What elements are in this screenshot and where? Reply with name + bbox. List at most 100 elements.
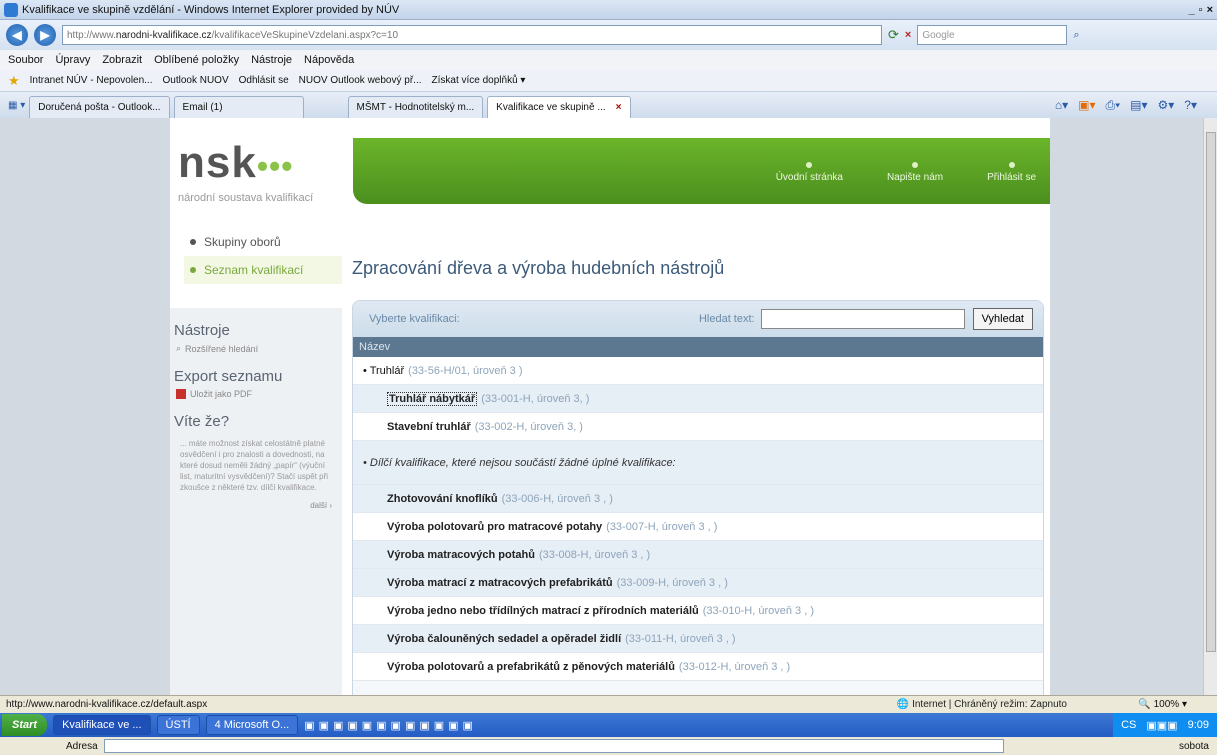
qualification-code: (33-56-H/01, úroveň 3 ): [408, 364, 523, 377]
qualification-name[interactable]: Výroba polotovarů pro matracové potahy: [387, 521, 602, 533]
forward-button[interactable]: ▶: [34, 24, 56, 46]
window-controls: _ ▫ ×: [1189, 4, 1217, 16]
search-input[interactable]: Google: [917, 25, 1068, 45]
taskbar-folder[interactable]: ÚSTÍ: [156, 715, 200, 735]
stop-icon[interactable]: ×: [905, 29, 911, 41]
qualification-row[interactable]: • Dílčí kvalifikace, které nejsou součás…: [353, 441, 1043, 485]
nav-login[interactable]: Přihlásit se: [987, 162, 1036, 183]
tab-email[interactable]: Email (1): [173, 96, 304, 118]
search-button[interactable]: Vyhledat: [972, 308, 1033, 330]
qualification-name[interactable]: Výroba jedno nebo třídílných matrací z p…: [387, 605, 699, 617]
qualification-row[interactable]: Zhotovování knoflíků (33-006-H, úroveň 3 …: [353, 485, 1043, 513]
address-field[interactable]: [103, 739, 1004, 753]
qualification-name[interactable]: • Truhlář: [363, 365, 404, 377]
start-button[interactable]: Start: [2, 714, 48, 736]
qualification-code: (33-002-H, úroveň 3, ): [474, 420, 583, 433]
tab-msmt[interactable]: MŠMT - Hodnotitelský m...: [347, 96, 484, 118]
advanced-search-link[interactable]: ⌕ Rozšířené hledání: [176, 343, 342, 354]
vertical-scrollbar[interactable]: [1203, 118, 1217, 695]
qualification-name[interactable]: Truhlář nábytkář: [387, 391, 478, 406]
search-text-input[interactable]: [760, 309, 965, 329]
nav-home[interactable]: Úvodní stránka: [776, 162, 843, 183]
refresh-icon[interactable]: ⟳: [888, 27, 899, 43]
language-indicator[interactable]: CS: [1121, 719, 1136, 731]
favorite-link[interactable]: Outlook NUOV: [163, 75, 229, 86]
status-url: http://www.narodni-kvalifikace.cz/defaul…: [6, 699, 208, 710]
tools-icon[interactable]: ⚙▾: [1158, 98, 1175, 113]
page-icon[interactable]: ▤▾: [1130, 98, 1147, 113]
favorites-bar: ★ Intranet NÚV - Nepovolen... Outlook NU…: [0, 70, 1217, 92]
menu-soubor[interactable]: Soubor: [8, 54, 43, 66]
qualification-row[interactable]: • Truhlář (33-56-H/01, úroveň 3 ): [353, 357, 1043, 385]
qualification-name[interactable]: Výroba čalouněných sedadel a opěradel ži…: [387, 633, 621, 645]
export-pdf-link[interactable]: Uložit jako PDF: [176, 389, 342, 399]
address-toolbar: ◀ ▶ http://www. narodni-kvalifikace.cz/kv…: [0, 20, 1217, 50]
quicklaunch-icons[interactable]: ▣▣▣▣▣▣▣▣▣▣▣▣: [304, 719, 477, 732]
menu-zobrazit[interactable]: Zobrazit: [102, 54, 142, 66]
sidenav-seznam-kvalifikaci[interactable]: Seznam kvalifikací: [184, 256, 342, 284]
close-tab-icon[interactable]: ×: [616, 102, 622, 113]
search-icon: ⌕: [176, 343, 182, 353]
qualification-name[interactable]: Výroba matrací z matracových prefabrikát…: [387, 577, 613, 589]
qualification-row[interactable]: Výroba polotovarů pro matracové potahy (3…: [353, 513, 1043, 541]
qualification-row[interactable]: Výroba polotovarů a prefabrikátů z pěnov…: [353, 653, 1043, 681]
qualification-row[interactable]: Stavební truhlář (33-002-H, úroveň 3, ): [353, 413, 1043, 441]
url-input[interactable]: http://www. narodni-kvalifikace.cz/kvalif…: [62, 25, 882, 45]
browser-viewport: nsk••• národní soustava kvalifikací Úvod…: [0, 118, 1203, 695]
favorite-link[interactable]: NUOV Outlook webový př...: [299, 75, 422, 86]
qualification-name[interactable]: • Dílčí kvalifikace, které nejsou součás…: [363, 457, 676, 469]
qualification-row[interactable]: Výroba matracových potahů (33-008-H, úrov…: [353, 541, 1043, 569]
address-label: Adresa: [66, 740, 98, 752]
sidenav-skupiny-oboru[interactable]: Skupiny oborů: [184, 228, 342, 256]
qualification-row[interactable]: Truhlář nábytkář (33-001-H, úroveň 3, ): [353, 385, 1043, 413]
quick-tabs-icon[interactable]: ▦ ▾: [8, 100, 25, 111]
help-icon[interactable]: ?▾: [1184, 98, 1197, 113]
top-navigation: Úvodní stránka Napište nám Přihlásit se: [353, 138, 1050, 204]
tray-icons[interactable]: ▣▣▣: [1146, 719, 1177, 732]
ie-icon: [4, 2, 18, 17]
menu-napoveda[interactable]: Nápověda: [304, 54, 354, 66]
nav-contact[interactable]: Napište nám: [887, 162, 943, 183]
close-button[interactable]: ×: [1207, 4, 1213, 16]
menu-upravy[interactable]: Úpravy: [55, 54, 90, 66]
sidebar-tools: Nástroje ⌕ Rozšířené hledání Export sezna…: [170, 308, 342, 695]
tab-outlook[interactable]: Doručená pošta - Outlook...: [29, 96, 170, 118]
favorite-link[interactable]: Intranet NÚV - Nepovolen...: [30, 75, 153, 86]
taskbar-ie[interactable]: Kvalifikace ve ...: [53, 715, 151, 735]
window-titlebar: Kvalifikace ve skupině vzdělání - Window…: [0, 0, 1217, 20]
more-link[interactable]: další ›: [170, 501, 332, 510]
search-icon[interactable]: ⌕: [1073, 29, 1079, 42]
favorite-link[interactable]: Odhlásit se: [239, 75, 289, 86]
qualification-row[interactable]: Výroba jedno nebo třídílných matrací z p…: [353, 597, 1043, 625]
feeds-icon[interactable]: ▣▾: [1078, 98, 1095, 113]
back-button[interactable]: ◀: [6, 24, 28, 46]
qualification-code: (33-007-H, úroveň 3 , ): [606, 520, 718, 533]
window-title: Kvalifikace ve skupině vzdělání - Window…: [22, 3, 400, 16]
menu-nastroje[interactable]: Nástroje: [251, 54, 292, 66]
menu-oblibene[interactable]: Oblíbené položky: [154, 54, 239, 66]
qualification-row[interactable]: Výroba matrací z matracových prefabrikát…: [353, 569, 1043, 597]
panel-search-row: Vyberte kvalifikaci: Hledat text: Vyhled…: [353, 301, 1043, 337]
clock[interactable]: 9:09: [1188, 719, 1209, 731]
qualification-name[interactable]: Výroba matracových potahů: [387, 549, 535, 561]
qualification-row[interactable]: Výroba čalouněných sedadel a opěradel ži…: [353, 625, 1043, 653]
vite-heading: Víte že?: [174, 413, 230, 430]
qualification-name[interactable]: Výroba polotovarů a prefabrikátů z pěnov…: [387, 661, 675, 673]
zoom-level[interactable]: 🔍 100% ▾: [1138, 699, 1187, 710]
security-zone: 🌐 Internet | Chráněný režim: Zapnuto: [896, 699, 1067, 710]
tab-kvalifikace[interactable]: Kvalifikace ve skupině ... ×: [487, 96, 631, 118]
favorite-link[interactable]: Získat více doplňků ▾: [432, 75, 526, 86]
qualification-name[interactable]: Stavební truhlář: [387, 421, 471, 433]
maximize-button[interactable]: ▫: [1199, 4, 1203, 16]
address-toolbar-taskbar: Adresa sobota: [0, 737, 1217, 755]
taskbar-office[interactable]: 4 Microsoft O...: [205, 715, 299, 735]
qualification-code: (33-009-H, úroveň 3 , ): [616, 576, 728, 589]
star-icon[interactable]: ★: [8, 73, 20, 89]
nsk-logo[interactable]: nsk•••: [178, 138, 293, 188]
qualification-name[interactable]: Zhotovování knoflíků: [387, 493, 498, 505]
minimize-button[interactable]: _: [1189, 4, 1195, 16]
tools-heading: Nástroje: [174, 322, 230, 339]
print-icon[interactable]: ⎙▾: [1106, 98, 1121, 113]
scrollbar-thumb[interactable]: [1206, 132, 1216, 652]
home-icon[interactable]: ⌂▾: [1055, 98, 1068, 113]
